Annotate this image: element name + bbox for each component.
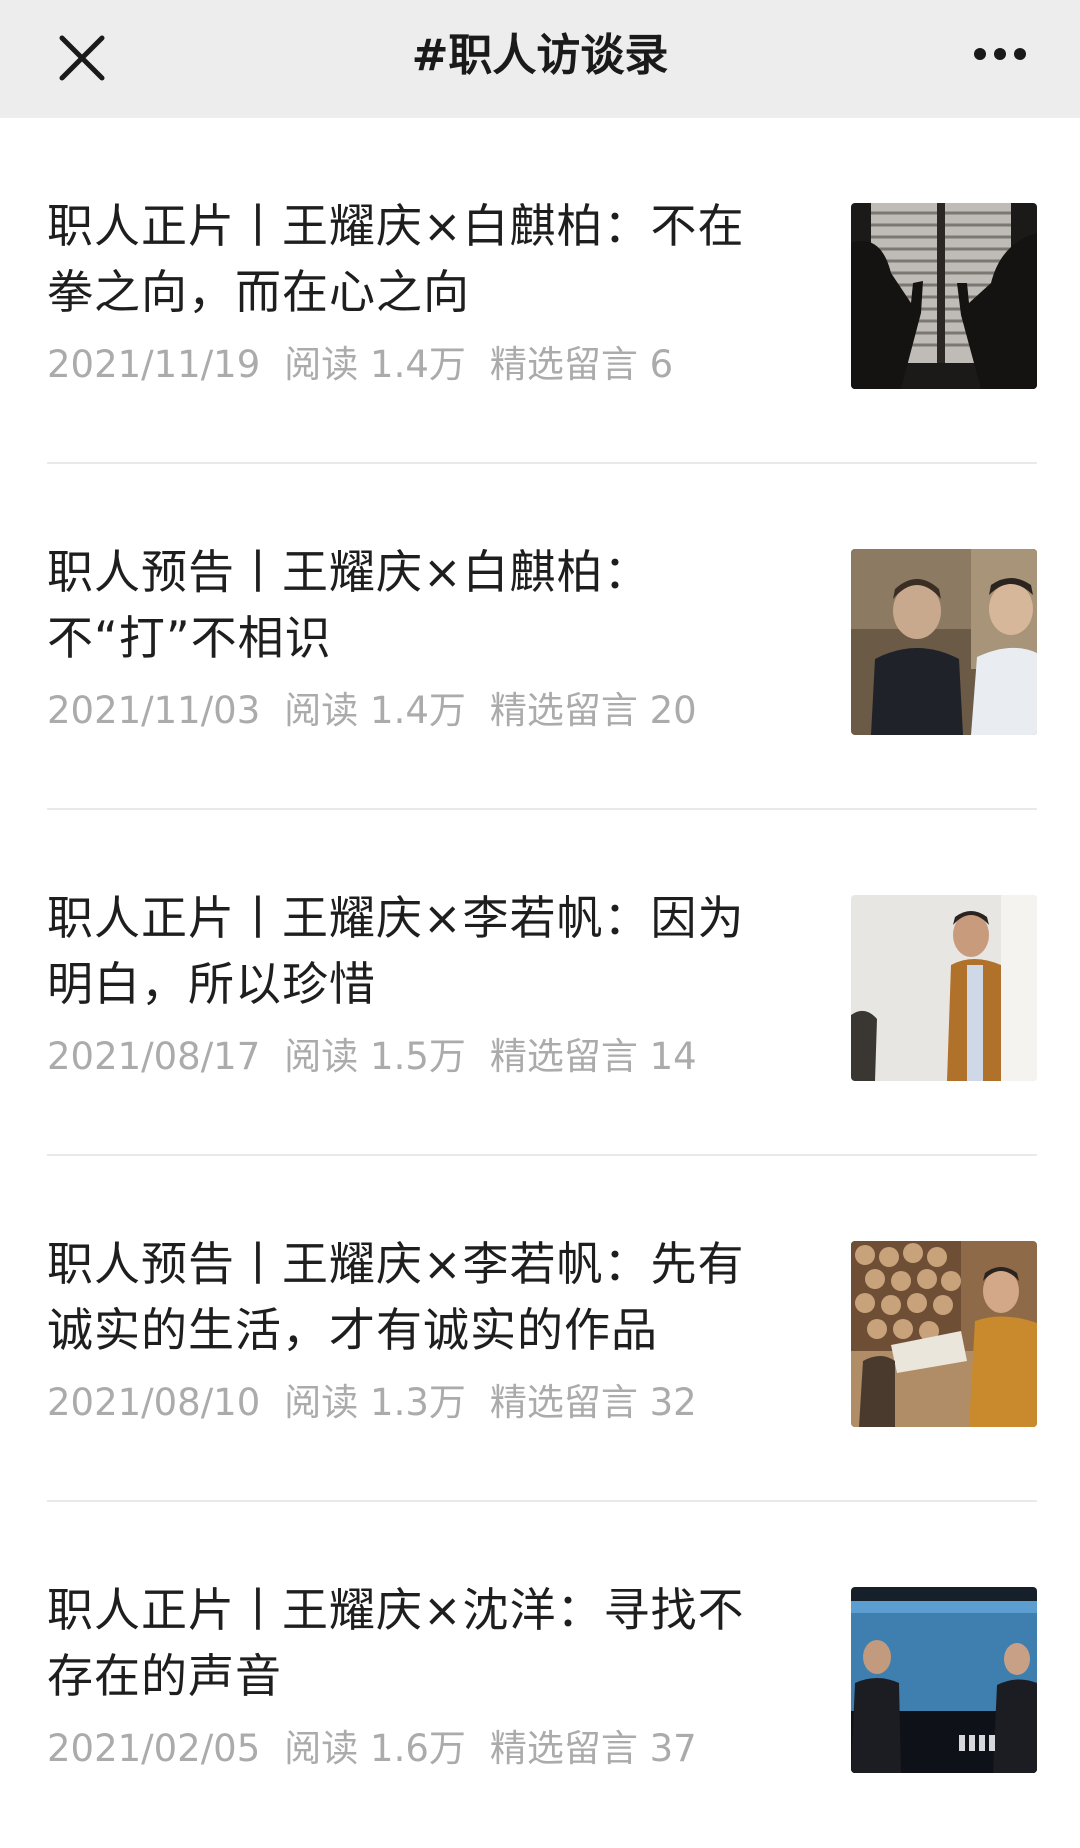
more-button[interactable] (960, 28, 1040, 88)
article-date: 2021/11/19 (47, 343, 261, 386)
article-meta: 2021/08/10 阅读 1.3万 精选留言 32 (47, 1380, 721, 1426)
article-thumbnail (851, 895, 1037, 1081)
article-title: 职人正片丨王耀庆×李若帆：因为明白，所以珍惜 (47, 891, 745, 1011)
article-comments: 精选留言 14 (489, 1035, 697, 1078)
close-icon (59, 35, 105, 81)
article-meta: 2021/11/19 阅读 1.4万 精选留言 6 (47, 342, 697, 388)
article-reads: 阅读 1.4万 (284, 689, 466, 732)
top-nav-bar: #职人访谈录 (0, 0, 1080, 118)
article-title: 职人正片丨王耀庆×沈洋：寻找不存在的声音 (47, 1583, 745, 1703)
article-title: 职人预告丨王耀庆×白麒柏：不“打”不相识 (47, 545, 651, 665)
article-thumbnail (851, 203, 1037, 389)
article-item[interactable]: 职人正片丨王耀庆×李若帆：因为明白，所以珍惜 2021/08/17 阅读 1.5万… (0, 810, 1080, 1156)
article-thumbnail (851, 1241, 1037, 1427)
article-title: 职人预告丨王耀庆×李若帆：先有诚实的生活，才有诚实的作品 (47, 1237, 745, 1357)
article-comments: 精选留言 32 (489, 1381, 697, 1424)
article-date: 2021/08/10 (47, 1381, 261, 1424)
close-button[interactable] (46, 22, 118, 94)
article-reads: 阅读 1.4万 (284, 343, 466, 386)
article-thumbnail (851, 549, 1037, 735)
article-meta: 2021/02/05 阅读 1.6万 精选留言 37 (47, 1726, 721, 1772)
article-item[interactable]: 职人预告丨王耀庆×李若帆：先有诚实的生活，才有诚实的作品 2021/08/10 阅… (0, 1156, 1080, 1502)
more-icon (974, 48, 1026, 60)
article-comments: 精选留言 6 (489, 343, 674, 386)
article-reads: 阅读 1.6万 (284, 1727, 466, 1770)
article-thumbnail (851, 1587, 1037, 1773)
article-item[interactable]: 职人正片丨王耀庆×白麒柏：不在拳之向，而在心之向 2021/11/19 阅读 1.… (0, 118, 1080, 464)
article-comments: 精选留言 20 (489, 689, 697, 732)
page-title: #职人访谈录 (411, 30, 669, 81)
thumbnail-man-peeking-wall (851, 895, 1037, 1081)
article-reads: 阅读 1.5万 (284, 1035, 466, 1078)
article-item[interactable]: 职人正片丨王耀庆×沈洋：寻找不存在的声音 2021/02/05 阅读 1.6万 精选… (0, 1502, 1080, 1848)
article-date: 2021/02/05 (47, 1727, 261, 1770)
article-item[interactable]: 职人预告丨王耀庆×白麒柏：不“打”不相识 2021/11/03 阅读 1.4万 精选… (0, 464, 1080, 810)
article-meta: 2021/08/17 阅读 1.5万 精选留言 14 (47, 1034, 721, 1080)
thumbnail-woodpile-reading (851, 1241, 1037, 1427)
article-date: 2021/11/03 (47, 689, 261, 732)
article-reads: 阅读 1.3万 (284, 1381, 466, 1424)
article-meta: 2021/11/03 阅读 1.4万 精选留言 20 (47, 688, 721, 734)
article-date: 2021/08/17 (47, 1035, 261, 1078)
article-comments: 精选留言 37 (489, 1727, 697, 1770)
article-list: 职人正片丨王耀庆×白麒柏：不在拳之向，而在心之向 2021/11/19 阅读 1.… (0, 118, 1080, 1848)
thumbnail-silhouettes-window (851, 203, 1037, 389)
thumbnail-two-men-laughing (851, 549, 1037, 735)
article-title: 职人正片丨王耀庆×白麒柏：不在拳之向，而在心之向 (47, 199, 745, 319)
thumbnail-stage-performers (851, 1587, 1037, 1773)
